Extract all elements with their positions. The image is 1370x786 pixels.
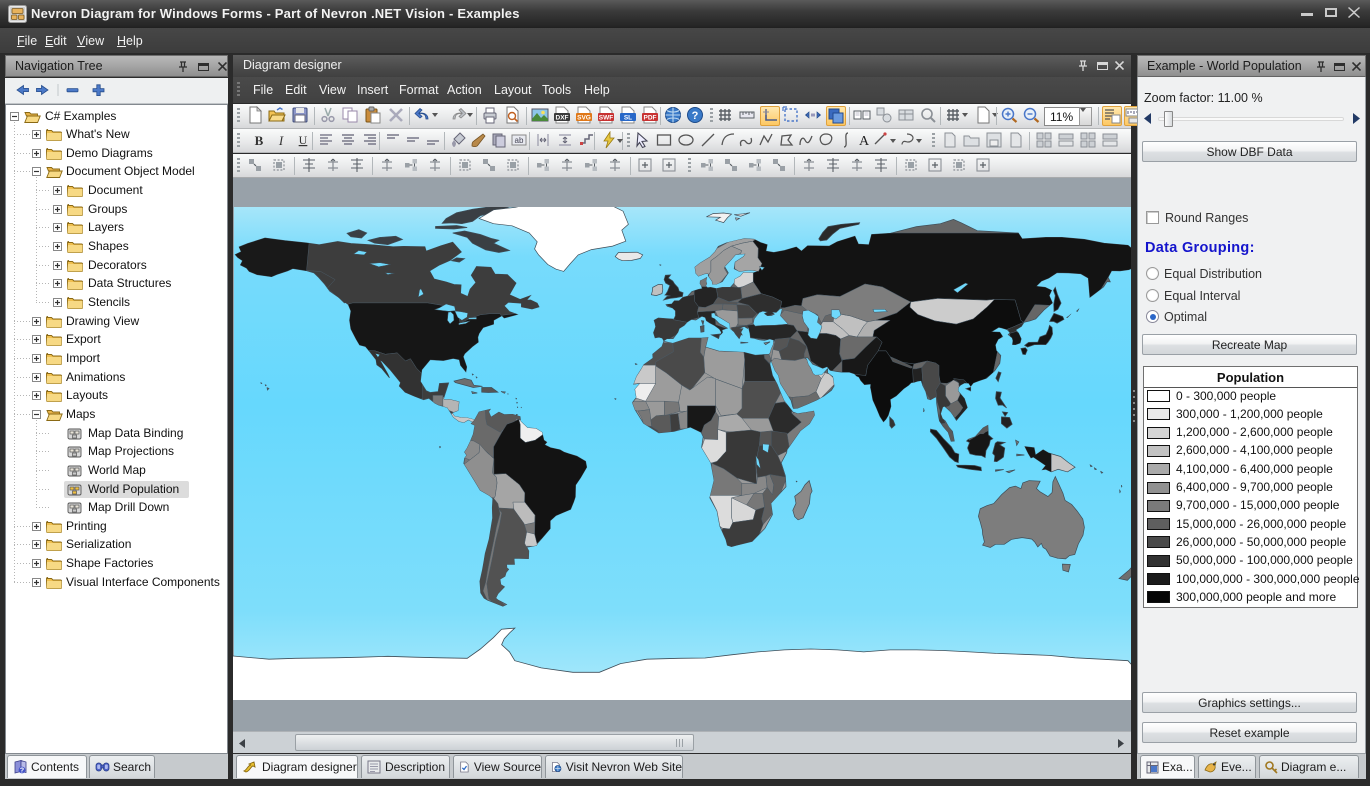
svg-text:B: B	[255, 133, 264, 148]
svg-text:SL: SL	[624, 114, 632, 121]
svg-text:?: ?	[692, 110, 699, 122]
svg-text:SVG: SVG	[577, 114, 591, 121]
svg-text:PDF: PDF	[644, 114, 657, 121]
svg-text:I: I	[278, 133, 284, 148]
svg-text:U: U	[299, 133, 308, 147]
svg-text:A: A	[859, 134, 870, 149]
svg-text:ab: ab	[515, 136, 524, 145]
svg-text:DXF: DXF	[556, 114, 569, 121]
svg-text:?: ?	[20, 768, 24, 774]
svg-text:SWF: SWF	[599, 114, 613, 121]
